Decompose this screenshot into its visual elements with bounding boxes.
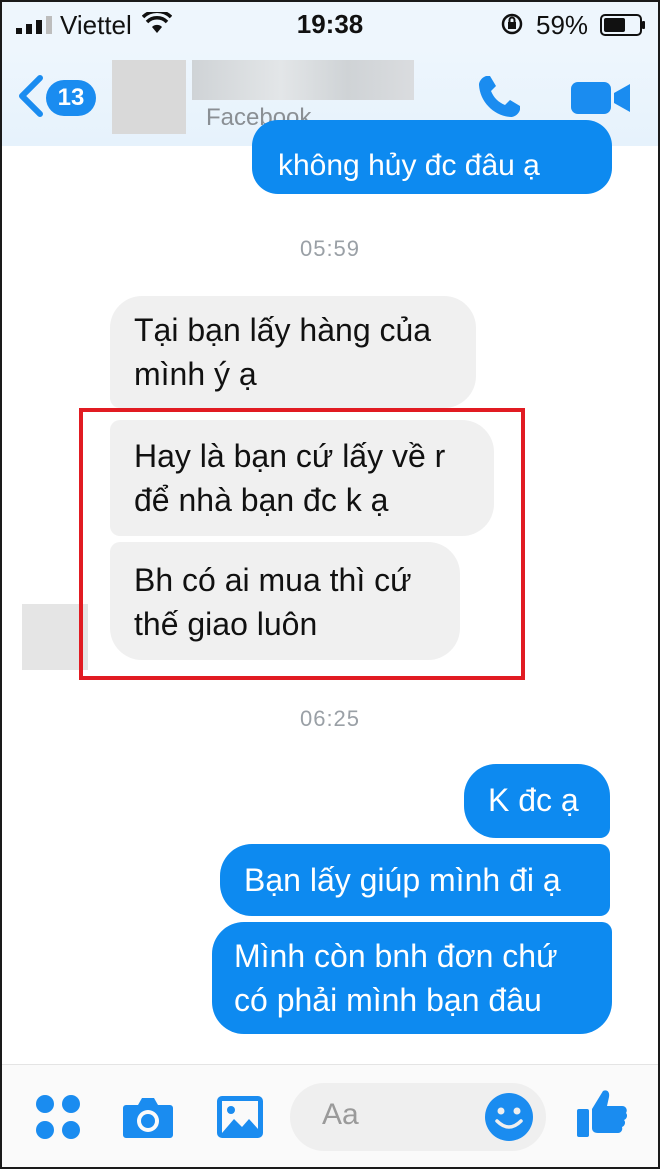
timestamp: 05:59 (299, 236, 361, 261)
outgoing-message[interactable]: Bạn lấy giúp mình đi ạ (220, 844, 610, 916)
screen: Viettel 19:38 59% 13 Facebook không hủy … (0, 0, 660, 1169)
camera-icon[interactable] (122, 1095, 174, 1139)
timestamp: 06:25 (299, 706, 361, 731)
status-bar: Viettel 19:38 59% (2, 2, 658, 46)
outgoing-message[interactable]: K đc ạ (464, 764, 610, 838)
battery-icon (600, 14, 645, 36)
contact-avatar[interactable] (112, 60, 186, 134)
unread-count-badge[interactable]: 13 (46, 80, 96, 116)
contact-name-redacted[interactable] (192, 60, 414, 100)
emoji-icon[interactable] (484, 1092, 534, 1142)
video-camera-icon[interactable] (570, 80, 632, 116)
incoming-message[interactable]: Tại bạn lấy hàng của mình ý ạ (110, 296, 476, 408)
message-input-placeholder: Aa (322, 1098, 359, 1131)
battery-percent: 59% (536, 10, 589, 40)
annotation-red-box (79, 408, 525, 680)
apps-icon[interactable] (34, 1093, 82, 1141)
outgoing-message-cut[interactable]: không hủy đc đâu ạ (252, 120, 612, 194)
rotation-lock-icon (501, 13, 523, 35)
message-input[interactable]: Aa (290, 1083, 546, 1151)
back-chevron-icon[interactable] (16, 74, 46, 118)
thumbs-up-icon[interactable] (576, 1087, 628, 1139)
image-icon[interactable] (216, 1095, 264, 1139)
outgoing-message[interactable]: Mình còn bnh đơn chứ có phải mình bạn đâ… (212, 922, 612, 1034)
phone-icon[interactable] (474, 72, 524, 122)
message-composer: Aa (2, 1064, 658, 1167)
